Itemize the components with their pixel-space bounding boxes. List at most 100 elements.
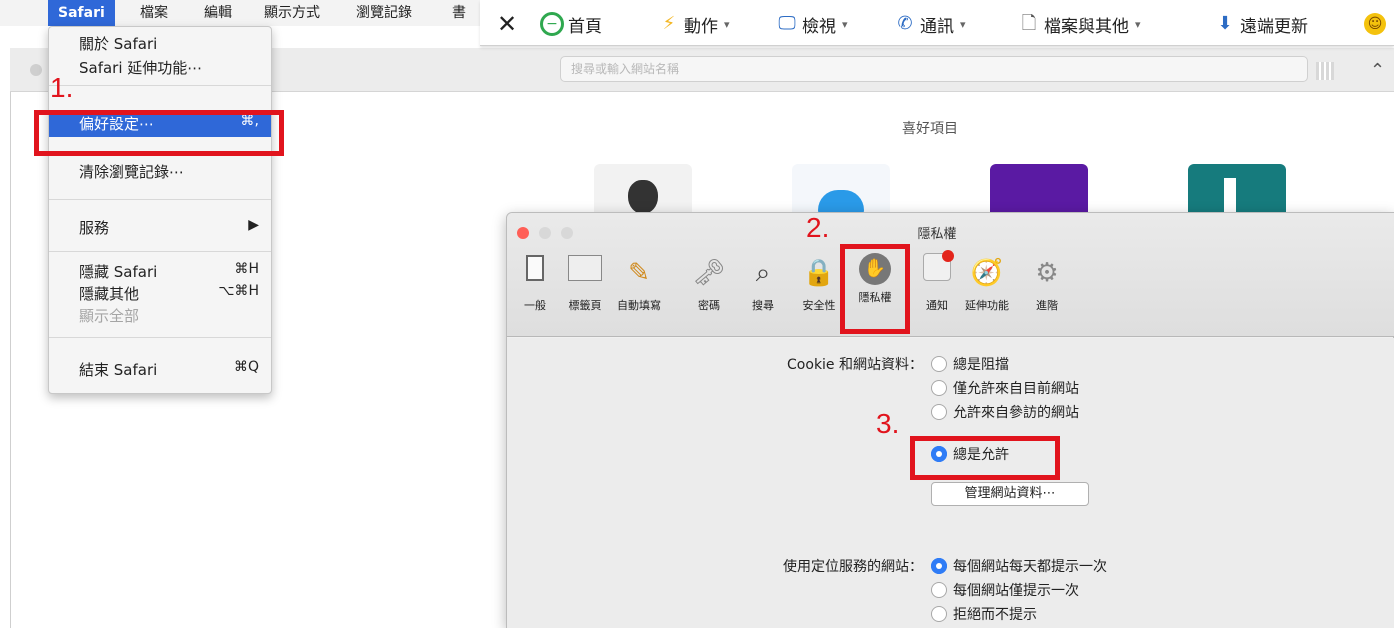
tab-general-label: 一般 (524, 299, 546, 312)
step-1-label: 1. (50, 72, 74, 103)
home-label: 首頁 (568, 16, 602, 37)
menu-item-about[interactable]: 關於 Safari (79, 33, 157, 54)
remote-toolbar: ✕ − 首頁 ⚡ 動作 ▾ 🖵 檢視 ▾ ✆ 通訊 ▾ 🗋 檔案與其他 ▾ ⬇ … (480, 0, 1394, 46)
tab-advanced-label: 進階 (1036, 299, 1058, 312)
chevron-down-icon: ▾ (842, 17, 848, 31)
tab-extensions-label: 延伸功能 (965, 299, 1009, 312)
tab-general[interactable]: 一般 (513, 247, 557, 327)
favorites-title: 喜好項目 (902, 121, 958, 137)
screen: 搜尋或輸入網站名稱 ⌃ 喜好項目 Safari 檔案 編輯 顯示方式 瀏覽記錄 … (0, 0, 1394, 628)
tab-extensions[interactable]: 🧭 延伸功能 (965, 247, 1009, 327)
radio-current-site-only[interactable]: 僅允許來自目前網站 (931, 378, 1079, 398)
phone-icon: ✆ (897, 13, 913, 34)
menubar: Safari 檔案 編輯 顯示方式 瀏覽記錄 書 (0, 0, 480, 26)
radio-visited-sites[interactable]: 允許來自參訪的網站 (931, 402, 1079, 422)
radio-label: 每個網站每天都提示一次 (953, 559, 1107, 575)
shortcut-hide-others: ⌥⌘H (218, 283, 259, 299)
key-icon: 🗝 (692, 258, 726, 288)
chevron-down-icon: ▾ (724, 17, 730, 31)
window-control-dot[interactable] (30, 64, 42, 76)
tab-notifications-label: 通知 (926, 299, 948, 312)
preferences-window: 隱私權 一般 標籤頁 ✎ 自動填寫 🗝 密碼 ⌕ 搜尋 🔒 安全性 ✋ 隱私權 … (506, 212, 1394, 628)
radio-prompt-daily[interactable]: 每個網站每天都提示一次 (931, 556, 1107, 576)
view-menu[interactable]: 🖵 檢視 ▾ (776, 10, 848, 38)
menubar-app-safari[interactable]: Safari (48, 0, 115, 26)
chevron-down-icon: ▾ (960, 17, 966, 31)
tab-tabs[interactable]: 標籤頁 (563, 247, 607, 327)
highlight-box-preferences (34, 110, 284, 156)
home-button[interactable]: − 首頁 (540, 10, 602, 38)
smiley-icon: ☺ (1364, 13, 1386, 35)
minimize-window-button[interactable] (539, 227, 551, 239)
close-window-button[interactable] (517, 227, 529, 239)
manage-website-data-button[interactable]: 管理網站資料⋯ (931, 482, 1089, 506)
radio-circle (931, 404, 947, 420)
files-label: 檔案與其他 (1044, 16, 1129, 37)
highlight-box-always-allow (910, 436, 1060, 480)
tab-passwords-label: 密碼 (698, 299, 720, 312)
tab-search[interactable]: ⌕ 搜尋 (741, 247, 785, 327)
monitor-icon: 🖵 (778, 13, 796, 34)
menu-item-services[interactable]: 服務 (79, 217, 109, 238)
preferences-title: 隱私權 (917, 227, 957, 242)
address-bar[interactable]: 搜尋或輸入網站名稱 (560, 56, 1308, 82)
smiley-button[interactable]: ☺ (1364, 10, 1386, 38)
radio-circle (931, 582, 947, 598)
menu-divider (49, 337, 271, 338)
tab-autofill-label: 自動填寫 (617, 299, 661, 312)
menu-item-hide-others[interactable]: 隱藏其他 (79, 283, 139, 304)
view-label: 檢視 (802, 16, 836, 37)
highlight-box-privacy-tab (840, 244, 910, 334)
safari-app-menu: 關於 Safari Safari 延伸功能⋯ 偏好設定⋯ ⌘, 清除瀏覽記錄⋯ … (48, 26, 272, 394)
radio-circle (931, 606, 947, 622)
actions-menu[interactable]: ⚡ 動作 ▾ (658, 10, 730, 38)
close-icon: ✕ (496, 10, 518, 38)
radio-circle (931, 380, 947, 396)
submenu-arrow-icon: ▶ (248, 217, 259, 233)
comm-label: 通訊 (920, 16, 954, 37)
close-button[interactable]: ✕ (496, 10, 518, 38)
search-icon: ⌕ (755, 258, 771, 288)
files-menu[interactable]: 🗋 檔案與其他 ▾ (1018, 10, 1141, 38)
radio-deny[interactable]: 拒絕而不提示 (931, 604, 1037, 624)
menubar-item-bookmarks[interactable]: 書 (452, 0, 466, 26)
remote-update-button[interactable]: ⬇ 遠端更新 (1214, 10, 1308, 38)
radio-always-block[interactable]: 總是阻擋 (931, 354, 1009, 374)
bolt-icon: ⚡ (662, 13, 676, 34)
comm-menu[interactable]: ✆ 通訊 ▾ (894, 10, 966, 38)
menu-divider (49, 199, 271, 200)
menu-item-extensions[interactable]: Safari 延伸功能⋯ (79, 57, 202, 78)
step-3-label: 3. (876, 408, 900, 439)
cookie-label: Cookie 和網站資料： (787, 357, 923, 373)
tab-passwords[interactable]: 🗝 密碼 (687, 247, 731, 327)
download-icon: ⬇ (1217, 13, 1233, 34)
radio-label: 每個網站僅提示一次 (953, 583, 1079, 599)
menubar-item-history[interactable]: 瀏覽記錄 (356, 0, 412, 26)
shortcut-quit: ⌘Q (233, 359, 259, 375)
preferences-toolbar: 隱私權 一般 標籤頁 ✎ 自動填寫 🗝 密碼 ⌕ 搜尋 🔒 安全性 ✋ 隱私權 … (507, 213, 1394, 337)
grid-icon[interactable] (1316, 62, 1334, 80)
tab-advanced[interactable]: ⚙ 進階 (1025, 247, 1069, 327)
gear-icon: ⚙ (1035, 258, 1059, 288)
menu-divider (49, 85, 271, 86)
menu-item-quit[interactable]: 結束 Safari (79, 359, 157, 380)
tab-autofill[interactable]: ✎ 自動填寫 (617, 247, 661, 327)
menu-item-show-all: 顯示全部 (79, 307, 140, 325)
zoom-window-button[interactable] (561, 227, 573, 239)
menu-item-clear-history[interactable]: 清除瀏覽記錄⋯ (79, 161, 184, 182)
tab-tabs-label: 標籤頁 (568, 299, 602, 312)
tab-security-label: 安全性 (802, 299, 836, 312)
menubar-item-file[interactable]: 檔案 (140, 0, 168, 26)
tab-security[interactable]: 🔒 安全性 (797, 247, 841, 327)
chevron-down-icon: ▾ (1135, 17, 1141, 31)
file-icon: 🗋 (1021, 13, 1037, 34)
menubar-item-view[interactable]: 顯示方式 (264, 0, 320, 26)
menubar-item-edit[interactable]: 編輯 (204, 0, 232, 26)
menu-item-hide-safari[interactable]: 隱藏 Safari (79, 261, 157, 282)
radio-prompt-once[interactable]: 每個網站僅提示一次 (931, 580, 1079, 600)
step-2-label: 2. (806, 212, 830, 243)
tab-notifications[interactable]: 通知 (915, 247, 959, 327)
remote-update-label: 遠端更新 (1240, 16, 1308, 37)
chevron-up-icon[interactable]: ⌃ (1370, 60, 1385, 81)
notification-icon (920, 250, 954, 293)
